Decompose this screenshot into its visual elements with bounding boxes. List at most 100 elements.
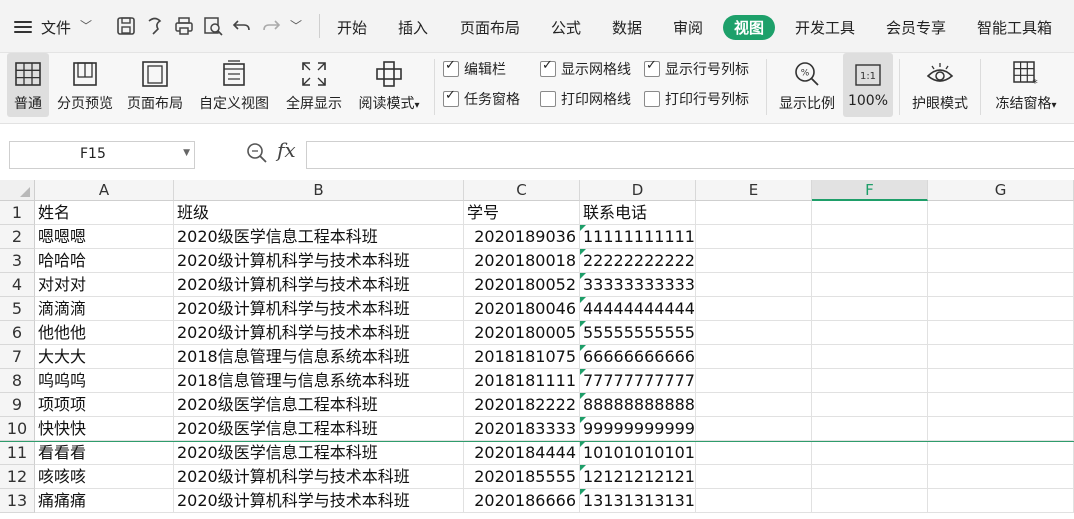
freeze-panes-dropdown-icon[interactable]: ▾ bbox=[1051, 100, 1056, 111]
table-cell[interactable]: 滴滴滴 bbox=[35, 297, 174, 321]
tab-smart-toolbox[interactable]: 智能工具箱 bbox=[977, 17, 1052, 38]
table-header-cell[interactable]: 班级 bbox=[174, 201, 464, 225]
table-cell[interactable]: 2020级计算机科学与技术本科班 bbox=[174, 465, 464, 489]
tab-member[interactable]: 会员专享 bbox=[886, 17, 946, 38]
row-header[interactable]: 12 bbox=[0, 465, 35, 489]
table-cell[interactable]: 131313131313 bbox=[580, 489, 696, 513]
insert-function-icon[interactable]: fx bbox=[277, 138, 296, 162]
column-header-b[interactable]: B bbox=[174, 180, 464, 201]
save-icon[interactable] bbox=[115, 15, 137, 37]
table-cell[interactable]: 2020级医学信息工程本科班 bbox=[174, 393, 464, 417]
table-cell[interactable] bbox=[928, 321, 1074, 345]
select-all-corner[interactable] bbox=[0, 180, 35, 201]
row-header[interactable]: 4 bbox=[0, 273, 35, 297]
table-cell[interactable] bbox=[812, 465, 928, 489]
table-cell[interactable]: 项项项 bbox=[35, 393, 174, 417]
table-cell[interactable] bbox=[812, 489, 928, 513]
show-gridlines-checkbox[interactable]: 显示网格线 bbox=[540, 58, 631, 79]
table-cell[interactable] bbox=[696, 441, 812, 465]
row-header[interactable]: 5 bbox=[0, 297, 35, 321]
print-icon[interactable] bbox=[173, 15, 195, 37]
formula-bar-checkbox[interactable]: 编辑栏 bbox=[443, 58, 506, 79]
quick-access-chevron-icon[interactable]: ﹀ bbox=[290, 17, 302, 34]
table-cell[interactable] bbox=[812, 321, 928, 345]
table-cell[interactable]: 2020级计算机科学与技术本科班 bbox=[174, 249, 464, 273]
table-cell[interactable] bbox=[928, 225, 1074, 249]
print-headings-checkbox[interactable]: 打印行号列标 bbox=[644, 89, 749, 109]
table-cell[interactable]: 痛痛痛 bbox=[35, 489, 174, 513]
table-cell[interactable]: 121212121212 bbox=[580, 465, 696, 489]
column-header-d[interactable]: D bbox=[580, 180, 696, 201]
table-cell[interactable]: 444444444444 bbox=[580, 297, 696, 321]
table-cell[interactable]: 2020级计算机科学与技术本科班 bbox=[174, 273, 464, 297]
table-cell[interactable]: 2018信息管理与信息系统本科班 bbox=[174, 369, 464, 393]
table-cell[interactable] bbox=[696, 393, 812, 417]
row-header[interactable]: 3 bbox=[0, 249, 35, 273]
table-cell[interactable]: 看看看 bbox=[35, 441, 174, 465]
table-cell[interactable]: 快快快 bbox=[35, 417, 174, 441]
reading-mode-button[interactable]: 阅读模式▾ bbox=[352, 53, 426, 117]
table-cell[interactable] bbox=[696, 417, 812, 441]
table-cell[interactable]: 2020180018 bbox=[464, 249, 580, 273]
formula-input[interactable] bbox=[306, 141, 1074, 169]
table-cell[interactable]: 2020180046 bbox=[464, 297, 580, 321]
table-cell[interactable] bbox=[812, 417, 928, 441]
table-cell[interactable]: 888888888888 bbox=[580, 393, 696, 417]
table-cell[interactable] bbox=[812, 345, 928, 369]
table-cell[interactable] bbox=[812, 273, 928, 297]
table-cell[interactable]: 哈哈哈 bbox=[35, 249, 174, 273]
tab-page-layout[interactable]: 页面布局 bbox=[460, 17, 520, 38]
eye-protection-button[interactable]: 护眼模式 bbox=[907, 53, 973, 117]
table-header-cell[interactable]: 联系电话 bbox=[580, 201, 696, 225]
table-cell[interactable] bbox=[928, 417, 1074, 441]
table-cell[interactable]: 2020级医学信息工程本科班 bbox=[174, 417, 464, 441]
table-cell[interactable]: 222222222222 bbox=[580, 249, 696, 273]
table-cell[interactable] bbox=[696, 201, 812, 225]
table-cell[interactable]: 101010101010 bbox=[580, 441, 696, 465]
name-box-dropdown-icon[interactable]: ▼ bbox=[183, 148, 190, 158]
table-cell[interactable] bbox=[812, 369, 928, 393]
name-box[interactable]: F15 ▼ bbox=[9, 141, 195, 169]
table-cell[interactable]: 2018信息管理与信息系统本科班 bbox=[174, 345, 464, 369]
table-cell[interactable]: 大大大 bbox=[35, 345, 174, 369]
table-header-cell[interactable]: 姓名 bbox=[35, 201, 174, 225]
table-cell[interactable] bbox=[928, 273, 1074, 297]
table-cell[interactable]: 嗯嗯嗯 bbox=[35, 225, 174, 249]
table-cell[interactable] bbox=[696, 465, 812, 489]
table-cell[interactable]: 2020180005 bbox=[464, 321, 580, 345]
table-cell[interactable] bbox=[696, 345, 812, 369]
column-header-e[interactable]: E bbox=[696, 180, 812, 201]
table-header-cell[interactable]: 学号 bbox=[464, 201, 580, 225]
table-cell[interactable]: 咳咳咳 bbox=[35, 465, 174, 489]
page-break-preview-button[interactable]: 分页预览 bbox=[53, 53, 117, 117]
table-cell[interactable]: 2018181075 bbox=[464, 345, 580, 369]
tab-view[interactable]: 视图 bbox=[723, 15, 776, 40]
page-layout-view-button[interactable]: 页面布局 bbox=[123, 53, 187, 117]
table-cell[interactable]: 111111111111 bbox=[580, 225, 696, 249]
table-cell[interactable] bbox=[928, 441, 1074, 465]
row-header[interactable]: 8 bbox=[0, 369, 35, 393]
table-cell[interactable] bbox=[928, 489, 1074, 513]
row-header[interactable]: 13 bbox=[0, 489, 35, 513]
table-cell[interactable]: 2020182222 bbox=[464, 393, 580, 417]
table-cell[interactable]: 2020186666 bbox=[464, 489, 580, 513]
column-header-g[interactable]: G bbox=[928, 180, 1074, 201]
table-cell[interactable]: 333333333333 bbox=[580, 273, 696, 297]
tab-data[interactable]: 数据 bbox=[612, 17, 642, 38]
table-cell[interactable]: 666666666666 bbox=[580, 345, 696, 369]
table-cell[interactable] bbox=[928, 369, 1074, 393]
table-cell[interactable]: 2020183333 bbox=[464, 417, 580, 441]
table-cell[interactable]: 2020级医学信息工程本科班 bbox=[174, 441, 464, 465]
row-header[interactable]: 11 bbox=[0, 441, 35, 465]
tab-developer[interactable]: 开发工具 bbox=[795, 17, 855, 38]
table-cell[interactable]: 呜呜呜 bbox=[35, 369, 174, 393]
table-cell[interactable] bbox=[812, 249, 928, 273]
show-headings-checkbox[interactable]: 显示行号列标 bbox=[644, 58, 749, 79]
freeze-panes-button[interactable]: * 冻结窗格▾ bbox=[990, 53, 1062, 117]
table-cell[interactable] bbox=[928, 297, 1074, 321]
file-menu[interactable]: 文件 bbox=[41, 17, 71, 38]
task-pane-checkbox[interactable]: 任务窗格 bbox=[443, 88, 520, 109]
reading-mode-dropdown-icon[interactable]: ▾ bbox=[414, 100, 419, 111]
zoom-ratio-button[interactable]: % 显示比例 bbox=[775, 53, 839, 117]
table-cell[interactable]: 777777777777 bbox=[580, 369, 696, 393]
